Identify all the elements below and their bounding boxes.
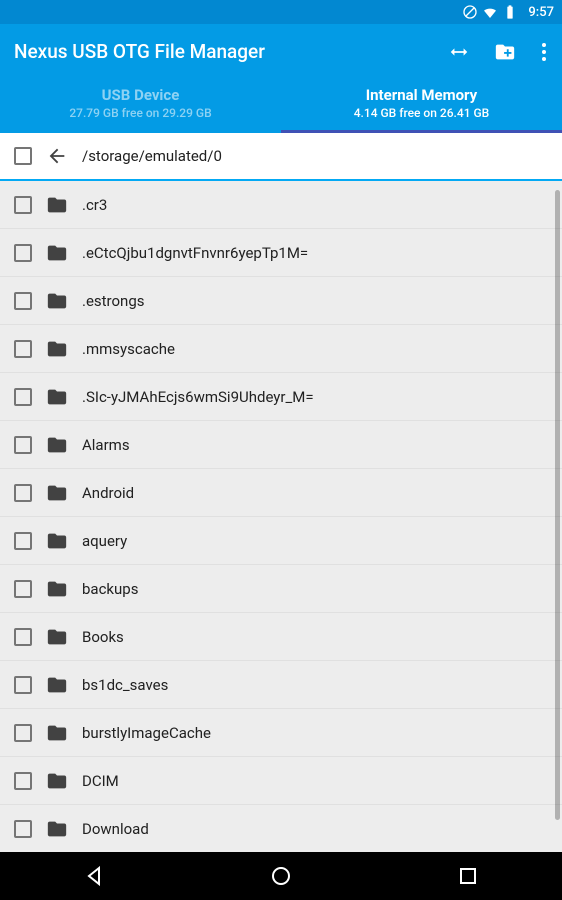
tab-label: USB Device	[102, 86, 180, 104]
item-name: .eCtcQjbu1dgnvtFnvnr6yepTp1M=	[82, 244, 308, 262]
item-checkbox[interactable]	[14, 532, 32, 550]
item-checkbox[interactable]	[14, 244, 32, 262]
item-name: DCIM	[82, 772, 119, 790]
app-bar: Nexus USB OTG File Manager	[0, 24, 562, 73]
list-item[interactable]: .SIc-yJMAhEcjs6wmSi9Uhdeyr_M=	[0, 373, 562, 421]
folder-icon	[46, 194, 68, 216]
folder-icon	[46, 482, 68, 504]
android-nav-bar	[0, 852, 562, 900]
item-checkbox[interactable]	[14, 580, 32, 598]
status-bar: 9:57	[0, 0, 562, 24]
item-name: aquery	[82, 532, 127, 550]
item-checkbox[interactable]	[14, 820, 32, 838]
status-icons: 9:57	[462, 4, 554, 20]
item-name: backups	[82, 580, 138, 598]
list-item[interactable]: .eCtcQjbu1dgnvtFnvnr6yepTp1M=	[0, 229, 562, 277]
list-item[interactable]: bs1dc_saves	[0, 661, 562, 709]
folder-icon	[46, 434, 68, 456]
folder-icon	[46, 770, 68, 792]
scrollbar[interactable]	[555, 190, 560, 820]
item-name: .cr3	[82, 196, 107, 214]
item-checkbox[interactable]	[14, 724, 32, 742]
folder-icon	[46, 722, 68, 744]
folder-icon	[46, 530, 68, 552]
folder-icon	[46, 338, 68, 360]
folder-icon	[46, 626, 68, 648]
list-item[interactable]: .mmsyscache	[0, 325, 562, 373]
folder-icon	[46, 290, 68, 312]
path-bar: /storage/emulated/0	[0, 133, 562, 181]
back-arrow-icon[interactable]	[46, 145, 68, 167]
nav-back-icon[interactable]	[82, 864, 106, 888]
tab-sub: 4.14 GB free on 26.41 GB	[354, 106, 490, 120]
item-name: .SIc-yJMAhEcjs6wmSi9Uhdeyr_M=	[82, 388, 314, 406]
item-checkbox[interactable]	[14, 292, 32, 310]
list-item[interactable]: .cr3	[0, 181, 562, 229]
folder-icon	[46, 818, 68, 840]
tabs: USB Device 27.79 GB free on 29.29 GB Int…	[0, 73, 562, 133]
folder-icon	[46, 674, 68, 696]
item-checkbox[interactable]	[14, 676, 32, 694]
current-path: /storage/emulated/0	[82, 147, 222, 165]
folder-icon	[46, 242, 68, 264]
status-time: 9:57	[528, 5, 554, 20]
item-checkbox[interactable]	[14, 388, 32, 406]
wifi-icon	[482, 4, 498, 20]
item-name: .mmsyscache	[82, 340, 175, 358]
battery-icon	[502, 4, 518, 20]
item-name: burstlyImageCache	[82, 724, 211, 742]
list-item[interactable]: Android	[0, 469, 562, 517]
item-name: Books	[82, 628, 124, 646]
list-item[interactable]: Books	[0, 613, 562, 661]
nav-home-icon[interactable]	[269, 864, 293, 888]
item-name: Download	[82, 820, 149, 838]
item-name: bs1dc_saves	[82, 676, 168, 694]
item-name: Alarms	[82, 436, 130, 454]
item-checkbox[interactable]	[14, 340, 32, 358]
no-icon	[462, 4, 478, 20]
item-checkbox[interactable]	[14, 436, 32, 454]
file-list[interactable]: .cr3 .eCtcQjbu1dgnvtFnvnr6yepTp1M= .estron…	[0, 181, 562, 843]
list-item[interactable]: burstlyImageCache	[0, 709, 562, 757]
sort-icon[interactable]	[448, 41, 470, 63]
app-title: Nexus USB OTG File Manager	[14, 40, 265, 63]
list-item[interactable]: DCIM	[0, 757, 562, 805]
list-item[interactable]: Alarms	[0, 421, 562, 469]
tab-internal-memory[interactable]: Internal Memory 4.14 GB free on 26.41 GB	[281, 73, 562, 133]
item-checkbox[interactable]	[14, 772, 32, 790]
item-name: Android	[82, 484, 134, 502]
folder-icon	[46, 386, 68, 408]
list-item[interactable]: backups	[0, 565, 562, 613]
item-name: .estrongs	[82, 292, 145, 310]
app-actions	[448, 41, 548, 63]
list-item[interactable]: Download	[0, 805, 562, 843]
nav-recent-icon[interactable]	[456, 864, 480, 888]
overflow-menu-icon[interactable]	[540, 41, 548, 63]
item-checkbox[interactable]	[14, 628, 32, 646]
list-item[interactable]: .estrongs	[0, 277, 562, 325]
select-all-checkbox[interactable]	[14, 147, 32, 165]
tab-sub: 27.79 GB free on 29.29 GB	[69, 106, 211, 120]
tab-label: Internal Memory	[366, 86, 477, 104]
item-checkbox[interactable]	[14, 484, 32, 502]
item-checkbox[interactable]	[14, 196, 32, 214]
list-item[interactable]: aquery	[0, 517, 562, 565]
new-folder-icon[interactable]	[494, 41, 516, 63]
folder-icon	[46, 578, 68, 600]
tab-usb-device[interactable]: USB Device 27.79 GB free on 29.29 GB	[0, 73, 281, 133]
